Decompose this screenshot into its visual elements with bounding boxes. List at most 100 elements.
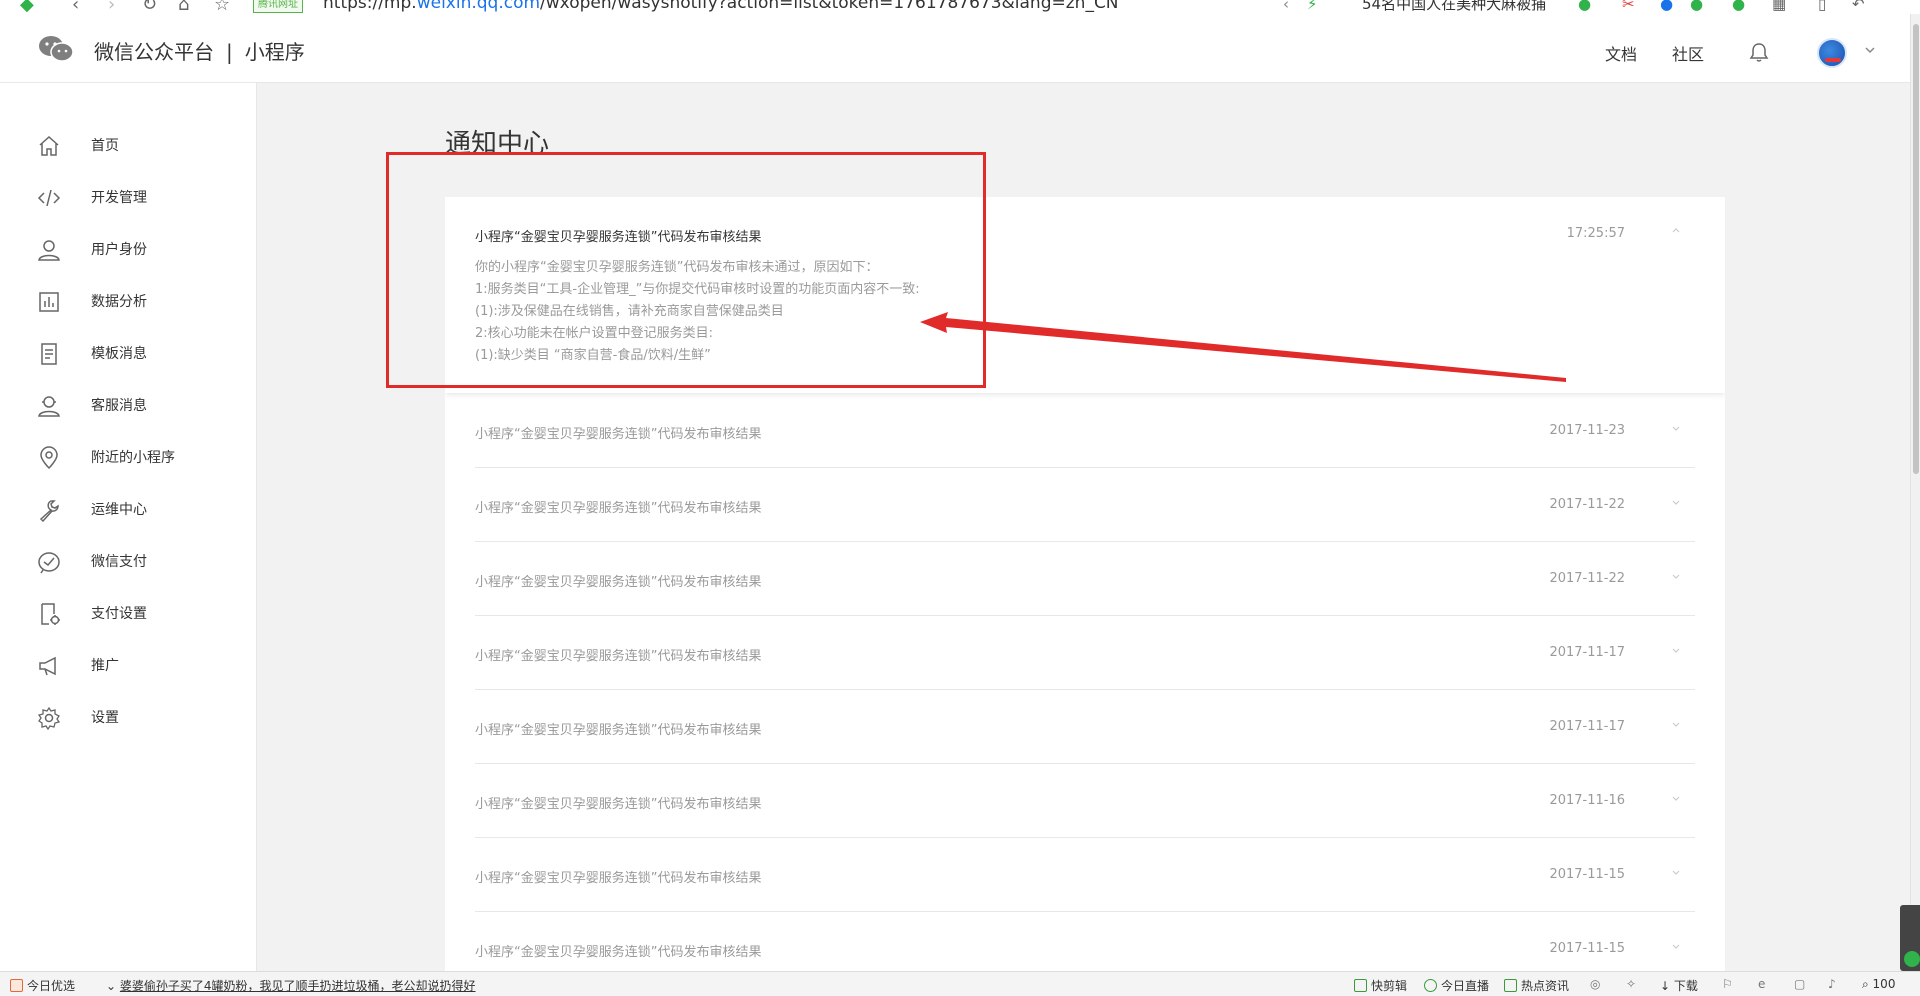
bookmark-star-icon[interactable]: ☆ bbox=[214, 0, 230, 14]
sidebar-item-nearby-miniprograms[interactable]: 附近的小程序 bbox=[0, 431, 255, 483]
user-avatar[interactable] bbox=[1817, 38, 1847, 68]
hot-news[interactable]: 热点资讯 bbox=[1504, 977, 1569, 994]
notification-row-title: 小程序“金婴宝贝孕婴服务连锁”代码发布审核结果 bbox=[475, 575, 762, 590]
home-icon bbox=[39, 135, 59, 156]
sidebar-item-promotion[interactable]: 推广 bbox=[0, 639, 255, 691]
notification-row[interactable]: 小程序“金婴宝贝孕婴服务连锁”代码发布审核结果 2017-11-16 bbox=[475, 763, 1695, 838]
ext-scissors-icon[interactable]: ✂ bbox=[1622, 0, 1635, 13]
customer-service-icon bbox=[38, 396, 60, 417]
flag-icon[interactable]: ⚐ bbox=[1722, 977, 1733, 991]
lightning-icon[interactable]: ⚡ bbox=[1307, 0, 1318, 13]
chevron-down-icon[interactable] bbox=[1671, 423, 1681, 433]
refresh-icon[interactable]: ↻ bbox=[142, 0, 157, 14]
zoom-level[interactable]: ⌕ 100 bbox=[1862, 977, 1895, 992]
url-path: /wxopen/wasysnotify?action=list&token=17… bbox=[540, 0, 1119, 13]
notification-row[interactable]: 小程序“金婴宝贝孕婴服务连锁”代码发布审核结果 2017-11-23 bbox=[475, 393, 1695, 468]
sidebar-item-user-identity[interactable]: 用户身份 bbox=[0, 223, 255, 275]
chevron-down-icon[interactable] bbox=[1671, 867, 1681, 877]
wechat-logo-icon bbox=[39, 36, 74, 62]
hot-news-label: 热点资讯 bbox=[1521, 979, 1570, 993]
gear-icon bbox=[37, 706, 61, 730]
sidebar-item-ops-center[interactable]: 运维中心 bbox=[0, 483, 255, 535]
scrollbar-thumb[interactable] bbox=[1913, 24, 1919, 474]
ext-icon-3[interactable]: ● bbox=[1732, 0, 1745, 13]
download-button[interactable]: ↓ 下载 bbox=[1660, 977, 1698, 994]
code-icon bbox=[37, 189, 61, 207]
location-pin-icon bbox=[40, 446, 58, 470]
annotation-highlight-box bbox=[386, 152, 986, 388]
payment-settings-icon bbox=[41, 603, 60, 625]
chevron-down-icon[interactable] bbox=[1671, 571, 1681, 581]
phone-icon[interactable]: ▯ bbox=[1818, 0, 1826, 13]
notification-row[interactable]: 小程序“金婴宝贝孕婴服务连锁”代码发布审核结果 2017-11-17 bbox=[475, 689, 1695, 764]
forward-icon[interactable]: › bbox=[108, 0, 115, 14]
notification-row-date: 2017-11-23 bbox=[1549, 423, 1625, 438]
chevron-down-icon[interactable] bbox=[1671, 497, 1681, 507]
page-scrollbar[interactable] bbox=[1910, 14, 1920, 971]
home-button-icon[interactable]: ⌂ bbox=[178, 0, 189, 14]
notification-row[interactable]: 小程序“金婴宝贝孕婴服务连锁”代码发布审核结果 2017-11-22 bbox=[475, 467, 1695, 542]
sidebar-item-dev-management[interactable]: 开发管理 bbox=[0, 171, 255, 223]
notification-row-title: 小程序“金婴宝贝孕婴服务连锁”代码发布审核结果 bbox=[475, 797, 762, 812]
notification-row[interactable]: 小程序“金婴宝贝孕婴服务连锁”代码发布审核结果 2017-11-17 bbox=[475, 615, 1695, 690]
grid-icon[interactable]: ▦ bbox=[1772, 0, 1786, 13]
pin-icon[interactable]: ✧ bbox=[1626, 977, 1636, 991]
play-icon bbox=[1424, 979, 1437, 992]
today-live[interactable]: 今日直播 bbox=[1424, 977, 1489, 994]
chevron-down-icon[interactable] bbox=[1864, 44, 1876, 56]
floating-widget[interactable] bbox=[1900, 905, 1920, 971]
notification-row[interactable]: 小程序“金婴宝贝孕婴服务连锁”代码发布审核结果 2017-11-22 bbox=[475, 541, 1695, 616]
sidebar-item-label: 首页 bbox=[91, 138, 119, 154]
ext-search-icon[interactable]: ● bbox=[1660, 0, 1673, 13]
chevron-down-icon[interactable] bbox=[1671, 941, 1681, 951]
secure-site-badge: 腾讯网址 bbox=[253, 0, 303, 13]
share-icon[interactable]: ‹ bbox=[1283, 0, 1289, 13]
browser-search-box[interactable]: 54名中国人在美种大麻被捕 bbox=[1362, 0, 1546, 14]
notification-row-date: 2017-11-15 bbox=[1549, 941, 1625, 956]
address-bar[interactable]: https://mp.weixin.qq.com/wxopen/wasysnot… bbox=[323, 0, 1119, 13]
notification-row[interactable]: 小程序“金婴宝贝孕婴服务连锁”代码发布审核结果 2017-11-15 bbox=[475, 837, 1695, 912]
chevron-down-icon[interactable] bbox=[1671, 793, 1681, 803]
sidebar-item-label: 数据分析 bbox=[91, 294, 147, 310]
chevron-down-icon[interactable] bbox=[1671, 645, 1681, 655]
volume-icon[interactable]: ♪ bbox=[1828, 977, 1836, 991]
sidebar-item-settings[interactable]: 设置 bbox=[0, 691, 255, 743]
sidebar-item-home[interactable]: 首页 bbox=[0, 119, 255, 171]
news-icon bbox=[1504, 979, 1517, 992]
brand-name: 微信公众平台 bbox=[94, 40, 214, 64]
window-icon[interactable]: ▢ bbox=[1794, 977, 1805, 991]
news-ticker-text: 婆婆偷孙子买了4罐奶粉，我见了顺手扔进垃圾桶，老公却说扔得好 bbox=[119, 979, 476, 993]
sidebar-item-customer-service[interactable]: 客服消息 bbox=[0, 379, 255, 431]
notification-row-title: 小程序“金婴宝贝孕婴服务连锁”代码发布审核结果 bbox=[475, 723, 762, 738]
docs-link[interactable]: 文档 bbox=[1605, 41, 1637, 65]
quick-cut[interactable]: 快剪辑 bbox=[1354, 977, 1407, 994]
community-link[interactable]: 社区 bbox=[1672, 41, 1704, 65]
today-live-label: 今日直播 bbox=[1441, 979, 1490, 993]
sidebar-item-label: 微信支付 bbox=[91, 554, 147, 570]
ie-icon[interactable]: e bbox=[1758, 977, 1765, 991]
sidebar-item-data-analysis[interactable]: 数据分析 bbox=[0, 275, 255, 327]
ext-icon-2[interactable]: ● bbox=[1690, 0, 1703, 13]
sidebar-item-label: 推广 bbox=[91, 658, 119, 674]
notification-row-date: 2017-11-17 bbox=[1549, 645, 1625, 660]
notification-row[interactable]: 小程序“金婴宝贝孕婴服务连锁”代码发布审核结果 2017-11-15 bbox=[475, 911, 1695, 971]
speed-icon[interactable]: ◎ bbox=[1590, 977, 1600, 991]
back-icon[interactable]: ‹ bbox=[72, 0, 79, 14]
sidebar-item-wechat-pay[interactable]: 微信支付 bbox=[0, 535, 255, 587]
chevron-up-icon[interactable] bbox=[1671, 226, 1681, 236]
platform-brand[interactable]: 微信公众平台 | 小程序 bbox=[94, 36, 305, 65]
chevron-down-icon[interactable] bbox=[1671, 719, 1681, 729]
notification-row-title: 小程序“金婴宝贝孕婴服务连锁”代码发布审核结果 bbox=[475, 871, 762, 886]
notification-row-title: 小程序“金婴宝贝孕婴服务连锁”代码发布审核结果 bbox=[475, 501, 762, 516]
sidebar-item-payment-settings[interactable]: 支付设置 bbox=[0, 587, 255, 639]
today-pick[interactable]: 今日优选 bbox=[10, 977, 75, 994]
notification-bell-icon[interactable] bbox=[1748, 41, 1770, 63]
download-label: 下载 bbox=[1673, 979, 1698, 993]
ext-icon-1[interactable]: ● bbox=[1578, 0, 1591, 13]
notification-row-date: 2017-11-22 bbox=[1549, 497, 1625, 512]
notification-row-date: 2017-11-16 bbox=[1549, 793, 1625, 808]
news-ticker[interactable]: ⌄ 婆婆偷孙子买了4罐奶粉，我见了顺手扔进垃圾桶，老公却说扔得好 bbox=[106, 977, 476, 994]
notification-time: 17:25:57 bbox=[1566, 226, 1625, 241]
sidebar-item-template-messages[interactable]: 模板消息 bbox=[0, 327, 255, 379]
undo-icon[interactable]: ↶ bbox=[1852, 0, 1865, 13]
